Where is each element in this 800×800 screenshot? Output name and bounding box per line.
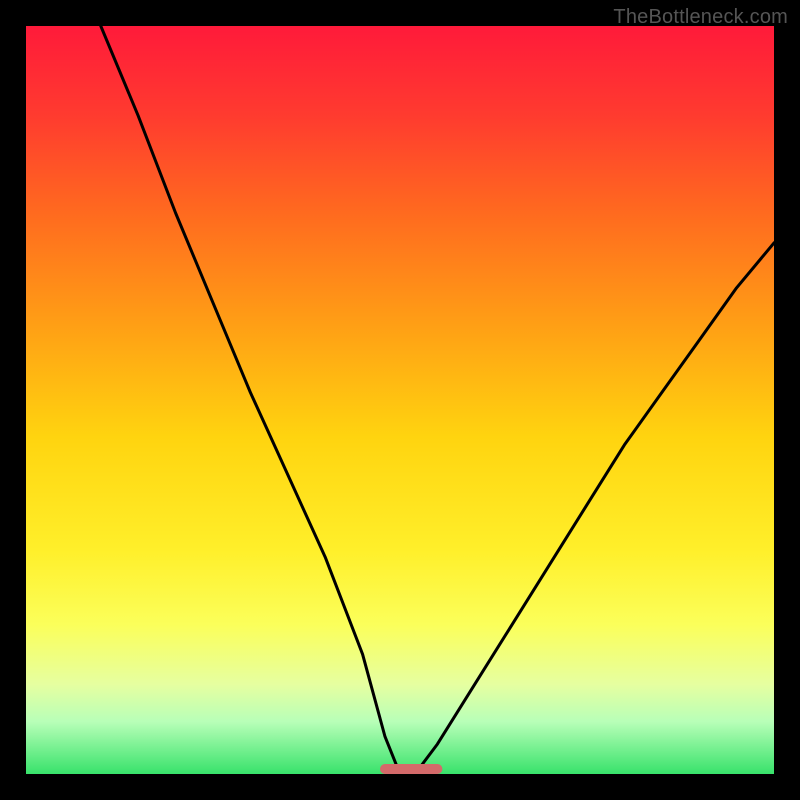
chart-frame: TheBottleneck.com xyxy=(0,0,800,800)
chart-svg xyxy=(26,26,774,774)
watermark-text: TheBottleneck.com xyxy=(613,6,788,29)
bottleneck-curve xyxy=(101,26,774,774)
plot-area xyxy=(26,26,774,774)
